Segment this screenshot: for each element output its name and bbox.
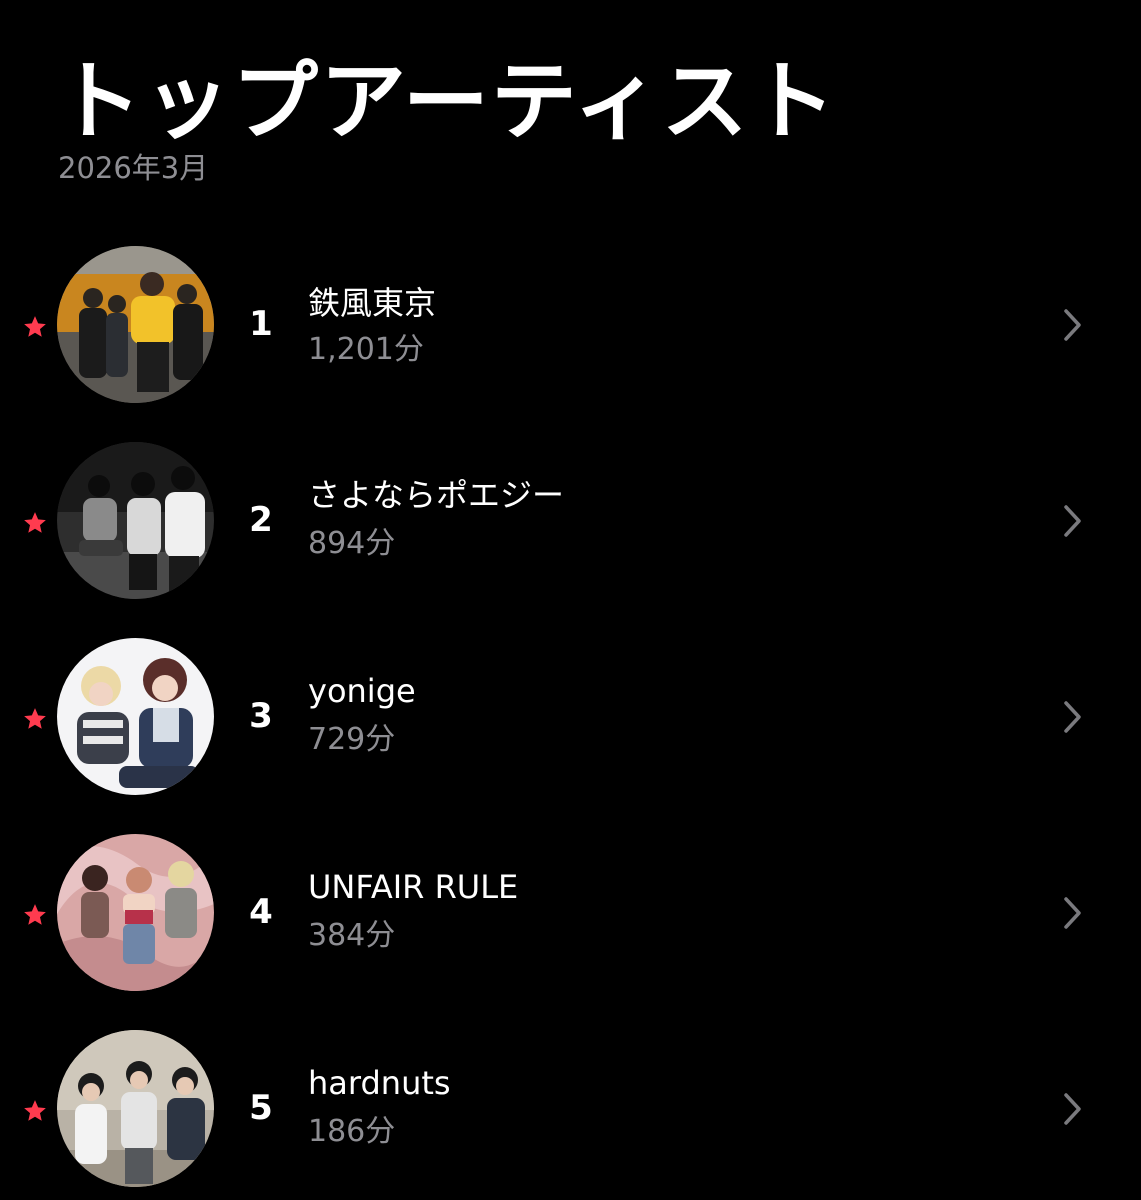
artist-name: hardnuts: [308, 1064, 451, 1102]
artist-rank: 1: [249, 304, 273, 344]
artist-row-5[interactable]: 5 hardnuts 186分: [0, 1030, 1141, 1190]
artist-rank: 5: [249, 1088, 273, 1128]
star-icon: [24, 1100, 46, 1121]
artist-name: UNFAIR RULE: [308, 868, 519, 906]
artist-rank: 4: [249, 892, 273, 932]
artist-minutes: 1,201分: [308, 332, 424, 367]
chevron-right-icon: [1064, 309, 1081, 341]
artist-minutes: 384分: [308, 918, 396, 953]
page-title: トップアーティスト: [56, 52, 838, 152]
chevron-right-icon: [1064, 1093, 1081, 1125]
artist-minutes: 186分: [308, 1114, 396, 1149]
artist-avatar: [57, 442, 214, 599]
period-label: 2026年3月: [58, 151, 209, 185]
artist-minutes: 729分: [308, 722, 396, 757]
artist-row-1[interactable]: 1 鉄風東京 1,201分: [0, 246, 1141, 406]
star-icon: [24, 316, 46, 337]
artist-avatar: [57, 638, 214, 795]
artist-row-4[interactable]: 4 UNFAIR RULE 384分: [0, 834, 1141, 994]
artist-name: 鉄風東京: [308, 284, 437, 322]
artist-row-3[interactable]: 3 yonige 729分: [0, 638, 1141, 798]
artist-avatar: [57, 1030, 214, 1187]
chevron-right-icon: [1064, 505, 1081, 537]
artist-avatar: [57, 246, 214, 403]
artist-row-2[interactable]: 2 さよならポエジー 894分: [0, 442, 1141, 602]
top-artists-screen: トップアーティスト 2026年3月 1 鉄風東京 1,201分 2 さよならポエ…: [0, 0, 1141, 1200]
artist-name: さよならポエジー: [308, 476, 565, 514]
artist-avatar: [57, 834, 214, 991]
chevron-right-icon: [1064, 897, 1081, 929]
artist-minutes: 894分: [308, 526, 396, 561]
artist-rank: 3: [249, 696, 273, 736]
chevron-right-icon: [1064, 701, 1081, 733]
artist-name: yonige: [308, 672, 416, 710]
star-icon: [24, 904, 46, 925]
star-icon: [24, 512, 46, 533]
star-icon: [24, 708, 46, 729]
artist-rank: 2: [249, 500, 273, 540]
